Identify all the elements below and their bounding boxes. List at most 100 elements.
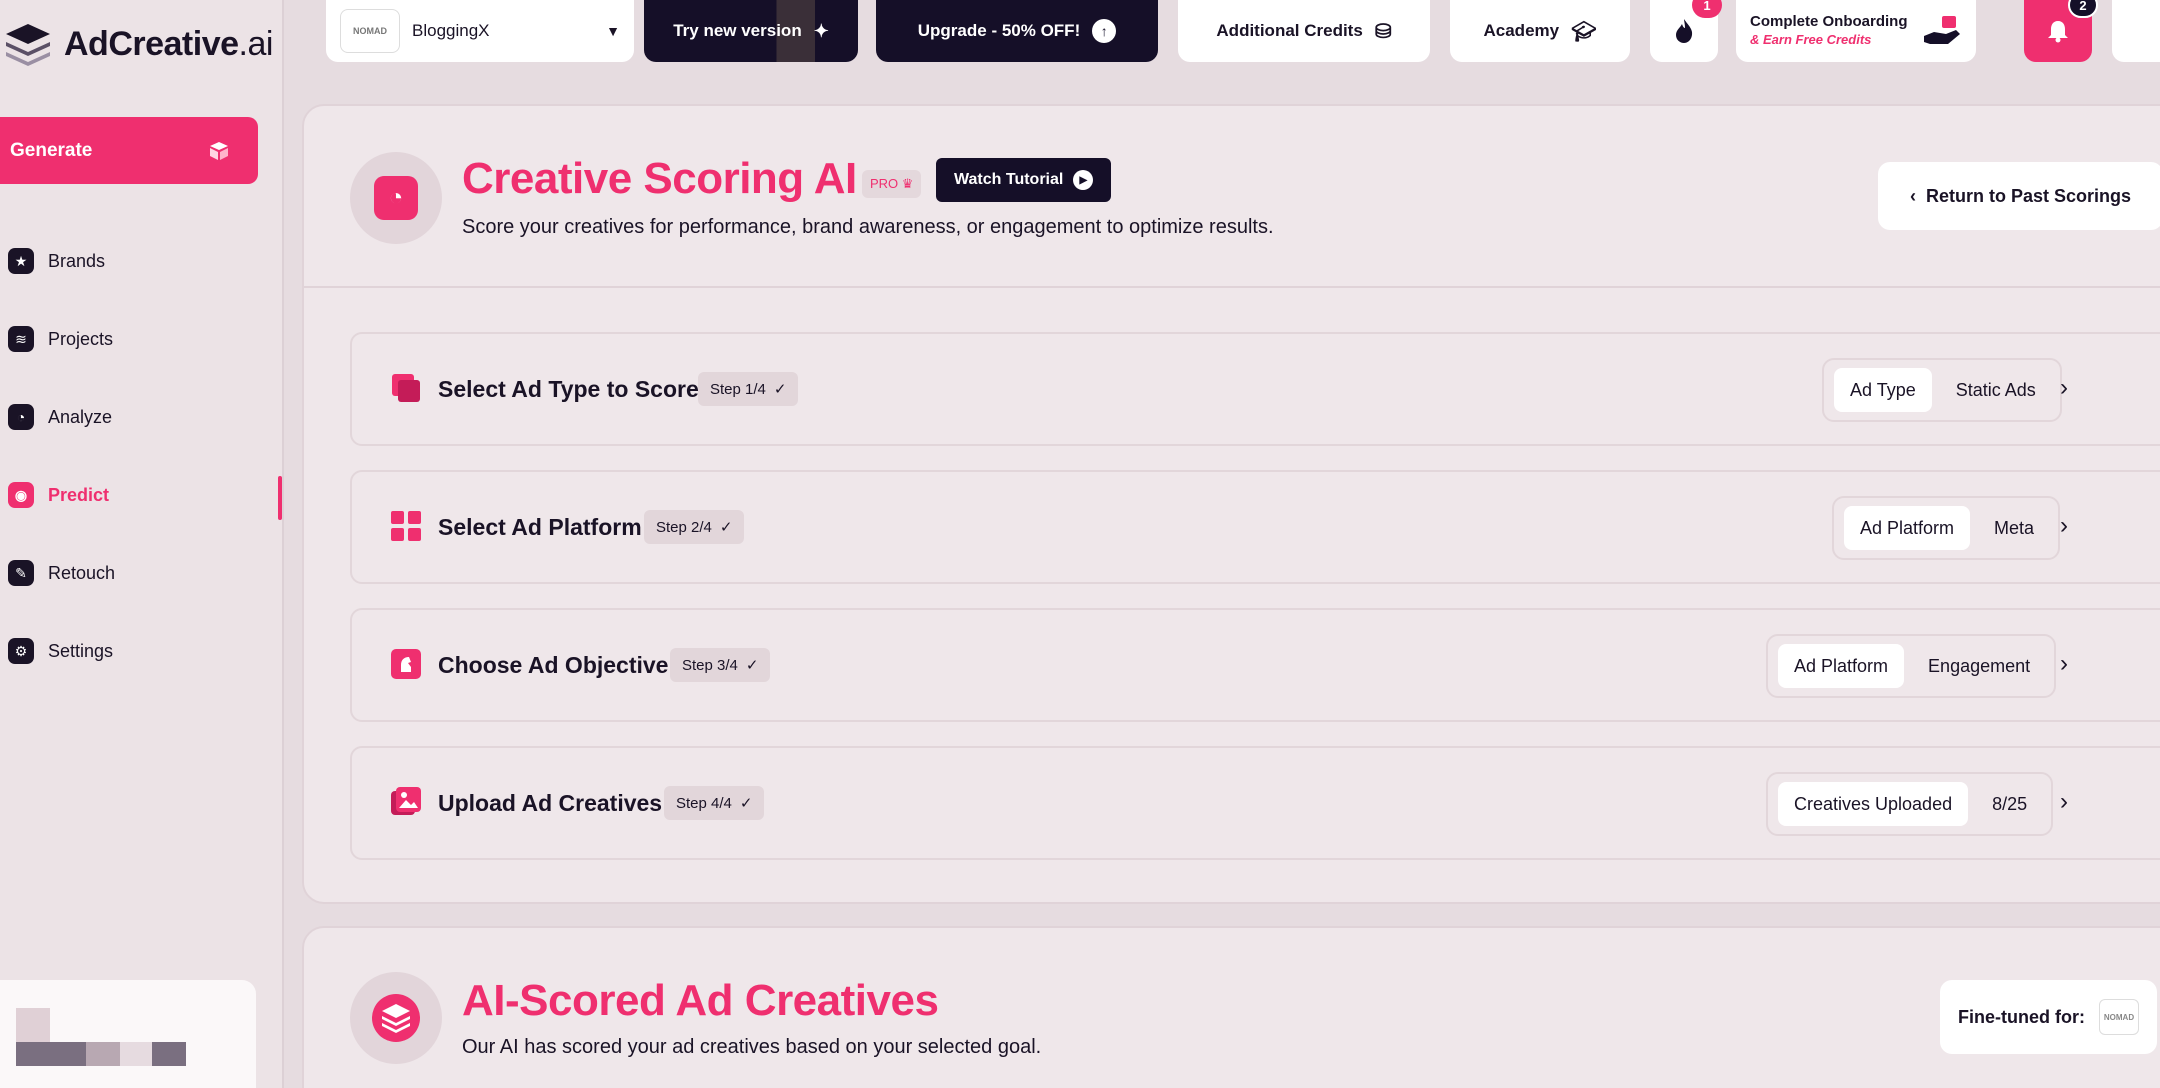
cube-icon [210, 141, 228, 160]
user-name-redacted [152, 1042, 186, 1066]
avatar [16, 1008, 50, 1042]
page-subtitle: Score your creatives for performance, br… [462, 216, 1274, 238]
sidebar-nav: ★ Brands ≋ Projects ◔ Analyze ◉ Predict … [0, 222, 284, 690]
crown-icon: ♛ [901, 176, 914, 191]
scored-header-icon-wrap [350, 972, 442, 1064]
watch-tutorial-button[interactable]: Watch Tutorial ▶ [936, 158, 1112, 202]
sidebar-item-label: Analyze [48, 406, 113, 427]
sidebar-item-projects[interactable]: ≋ Projects [0, 300, 284, 378]
squares-icon [392, 374, 420, 402]
flame-icon [1676, 19, 1693, 43]
play-icon: ▶ [1073, 170, 1094, 190]
divider [304, 286, 2160, 288]
sidebar-item-label: Projects [48, 328, 114, 349]
onboarding-title: Complete Onboarding [1750, 13, 1908, 30]
speedometer-icon: ◔ [374, 176, 418, 220]
additional-credits-label: Additional Credits [1216, 21, 1363, 40]
bell-icon [2048, 21, 2068, 43]
generate-button[interactable]: Generate [0, 117, 258, 184]
streak-badge: 1 [1692, 0, 1722, 18]
chevron-left-icon: ‹ [1910, 185, 1916, 206]
check-icon: ✓ [719, 519, 733, 536]
onboarding-button[interactable]: Complete Onboarding & Earn Free Credits [1736, 0, 1976, 62]
onboarding-subtitle: & Earn Free Credits [1750, 32, 1872, 47]
upgrade-label: Upgrade - 50% OFF! [917, 21, 1081, 40]
notifications-badge: 2 [2068, 0, 2098, 18]
chevron-right-icon[interactable]: › [2060, 650, 2068, 678]
sidebar-item-label: Settings [48, 640, 114, 661]
fine-tuned-label: Fine-tuned for: [1958, 1006, 2085, 1027]
chevron-right-icon[interactable]: › [2060, 374, 2068, 402]
check-icon: ✓ [739, 795, 753, 812]
chevron-right-icon[interactable]: › [2060, 512, 2068, 540]
summary-value: Static Ads [1955, 379, 2036, 400]
user-card[interactable] [0, 980, 256, 1088]
summary-key: Ad Type [1834, 368, 1932, 412]
summary-value: Meta [1994, 517, 2035, 538]
creative-scoring-card: ◔ Creative Scoring AI PRO ♛ Watch Tutori… [302, 104, 2160, 904]
logo-text: AdCreative.ai [64, 24, 273, 63]
try-new-version-button[interactable]: Try new version ✦ [644, 0, 858, 62]
gear-icon: ⚙ [8, 638, 34, 664]
logo-stack-icon [6, 24, 50, 66]
hand-gift-icon [1924, 16, 1960, 44]
academy-label: Academy [1483, 21, 1560, 40]
brand-name: BloggingX [412, 21, 490, 40]
sidebar-item-predict[interactable]: ◉ Predict [0, 456, 284, 534]
additional-credits-button[interactable]: Additional Credits ⛁ [1178, 0, 1430, 62]
user-name-redacted [120, 1042, 152, 1066]
summary-key: Ad Platform [1778, 644, 1905, 688]
return-to-past-scorings-button[interactable]: ‹ Return to Past Scorings [1878, 162, 2160, 230]
logo[interactable]: AdCreative.ai [2, 20, 273, 68]
sidebar-item-settings[interactable]: ⚙ Settings [0, 612, 284, 690]
generate-label: Generate [10, 139, 93, 161]
upgrade-button[interactable]: Upgrade - 50% OFF! ↑ [876, 0, 1158, 62]
step-upload-creatives[interactable]: Upload Ad Creatives Step 4/4 ✓ Creatives … [350, 746, 2160, 860]
step-title: Select Ad Type to Score [438, 376, 699, 402]
notifications-button[interactable]: 2 [2024, 0, 2098, 62]
academy-button[interactable]: Academy 🎓︎ [1450, 0, 1630, 62]
profile-chip[interactable] [2112, 0, 2160, 62]
layers-icon: ≋ [8, 326, 34, 352]
step-badge: Step 4/4 ✓ [664, 786, 765, 820]
sidebar-item-retouch[interactable]: ✎ Retouch [0, 534, 284, 612]
star-icon: ★ [8, 248, 34, 274]
summary-value: 8/25 [1992, 793, 2028, 814]
chevron-right-icon[interactable]: › [2060, 788, 2068, 816]
wand-icon: ✎ [8, 560, 34, 586]
step-badge: Step 3/4 ✓ [670, 648, 771, 682]
step-summary: Ad Platform Meta [1832, 496, 2061, 560]
section-title: AI-Scored Ad Creatives [462, 976, 939, 1025]
summary-value: Engagement [1928, 655, 2031, 676]
sidebar-item-analyze[interactable]: ◔ Analyze [0, 378, 284, 456]
step-ad-type[interactable]: Select Ad Type to Score Step 1/4 ✓ Ad Typ… [350, 332, 2160, 446]
section-subtitle: Our AI has scored your ad creatives base… [462, 1036, 1042, 1058]
arrow-up-icon: ↑ [1092, 19, 1117, 43]
sidebar-item-brands[interactable]: ★ Brands [0, 222, 284, 300]
brand-thumbnail: NOMAD [2098, 999, 2139, 1035]
streak-button[interactable]: 1 [1650, 0, 1722, 62]
scoring-header-icon-wrap: ◔ [350, 152, 442, 244]
top-bar: NOMAD BloggingX ▼ Try new version ✦ Upgr… [326, 0, 2160, 64]
check-icon: ✓ [773, 381, 787, 398]
step-ad-platform[interactable]: Select Ad Platform Step 2/4 ✓ Ad Platform… [350, 470, 2160, 584]
caret-down-icon: ▼ [606, 23, 620, 39]
sidebar-item-label: Brands [48, 250, 106, 271]
pro-badge: PRO ♛ [862, 170, 922, 198]
step-badge: Step 1/4 ✓ [698, 372, 799, 406]
fine-tuned-for[interactable]: Fine-tuned for: NOMAD [1940, 980, 2157, 1054]
step-summary: Ad Platform Engagement [1766, 634, 2057, 698]
user-name-redacted [16, 1042, 86, 1066]
step-title: Upload Ad Creatives [438, 790, 663, 816]
brand-selector[interactable]: NOMAD BloggingX ▼ [326, 0, 634, 62]
step-ad-objective[interactable]: Choose Ad Objective Step 3/4 ✓ Ad Platfor… [350, 608, 2160, 722]
try-new-version-label: Try new version [673, 21, 802, 40]
watch-tutorial-label: Watch Tutorial [954, 171, 1064, 188]
sidebar-item-label: Predict [48, 484, 110, 505]
check-icon: ✓ [745, 657, 759, 674]
step-title: Choose Ad Objective [438, 652, 669, 678]
page-title: Creative Scoring AI [462, 154, 857, 203]
predict-icon: ◉ [8, 482, 34, 508]
chess-knight-icon [391, 649, 421, 679]
summary-key: Creatives Uploaded [1778, 782, 1969, 826]
